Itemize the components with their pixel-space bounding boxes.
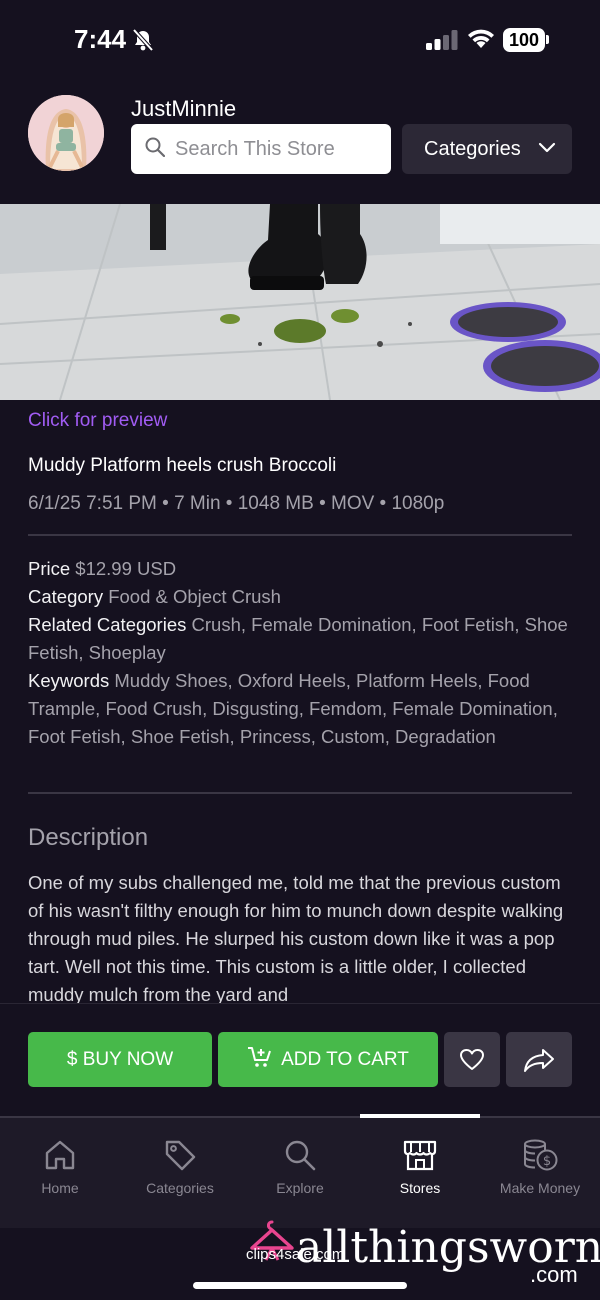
price-value: $12.99 USD [75, 558, 177, 579]
category-value[interactable]: Food & Object Crush [108, 586, 281, 607]
clip-title: Muddy Platform heels crush Broccoli [28, 455, 337, 476]
category-row: Category Food & Object Crush [28, 583, 578, 611]
store-icon [403, 1140, 437, 1171]
store-avatar[interactable] [28, 95, 104, 171]
battery-cap [546, 35, 549, 44]
cellular-signal-icon [426, 30, 458, 55]
add-to-cart-label: ADD TO CART [281, 1048, 409, 1070]
clip-details: Price $12.99 USD Category Food & Object … [28, 555, 578, 751]
coins-icon: $ [524, 1139, 558, 1171]
active-tab-indicator [360, 1114, 480, 1118]
tab-make-money-label: Make Money [499, 1180, 581, 1196]
status-bar: 7:44 100 [0, 0, 600, 80]
buy-now-button[interactable]: $ BUY NOW [28, 1032, 212, 1087]
bell-off-icon [132, 28, 154, 57]
categories-dropdown-label: Categories [424, 137, 521, 160]
search-icon [285, 1140, 316, 1171]
search-input[interactable] [175, 137, 375, 161]
clip-meta: 6/1/25 7:51 PM • 7 Min • 1048 MB • MOV •… [28, 493, 445, 514]
home-indicator[interactable] [193, 1282, 407, 1289]
search-icon [145, 137, 166, 162]
share-button[interactable] [506, 1032, 572, 1087]
description-heading: Description [28, 824, 149, 851]
tag-icon [165, 1140, 196, 1171]
tab-explore[interactable]: Explore [240, 1138, 360, 1196]
categories-dropdown[interactable]: Categories [402, 124, 572, 174]
wifi-icon [467, 27, 495, 54]
tab-stores[interactable]: Stores [360, 1138, 480, 1196]
price-label: Price [28, 558, 71, 579]
battery-indicator: 100 [503, 28, 545, 52]
chevron-down-icon [538, 142, 556, 153]
tab-explore-label: Explore [276, 1180, 324, 1196]
description-body: One of my subs challenged me, told me th… [28, 872, 564, 1003]
tab-categories[interactable]: Categories [120, 1138, 240, 1196]
keywords-row: Keywords Muddy Shoes, Oxford Heels, Plat… [28, 667, 578, 751]
watermark-suffix: .com [530, 1262, 578, 1287]
related-categories-label: Related Categories [28, 614, 187, 635]
status-time: 7:44 [74, 24, 127, 54]
heart-icon [460, 1048, 484, 1070]
share-arrow-icon [524, 1048, 554, 1072]
home-icon [45, 1140, 75, 1170]
click-for-preview-link[interactable]: Click for preview [28, 410, 167, 432]
tab-home-label: Home [41, 1180, 79, 1196]
store-search[interactable] [131, 124, 391, 174]
store-name[interactable]: JustMinnie [131, 96, 236, 122]
tab-home[interactable]: Home [0, 1138, 120, 1196]
tab-make-money[interactable]: $ Make Money [480, 1138, 600, 1196]
tab-categories-label: Categories [146, 1180, 214, 1196]
divider [28, 792, 572, 794]
related-categories-row: Related Categories Crush, Female Dominat… [28, 611, 578, 667]
add-to-cart-button[interactable]: ADD TO CART [218, 1032, 438, 1087]
category-label: Category [28, 586, 104, 607]
favorite-button[interactable] [444, 1032, 500, 1087]
keywords-label: Keywords [28, 670, 110, 691]
tab-stores-label: Stores [399, 1180, 441, 1196]
clip-preview-image[interactable] [0, 204, 600, 400]
cart-plus-icon [247, 1046, 273, 1074]
divider [28, 534, 572, 536]
price-row: Price $12.99 USD [28, 555, 578, 583]
svg-text:$: $ [543, 1154, 551, 1169]
